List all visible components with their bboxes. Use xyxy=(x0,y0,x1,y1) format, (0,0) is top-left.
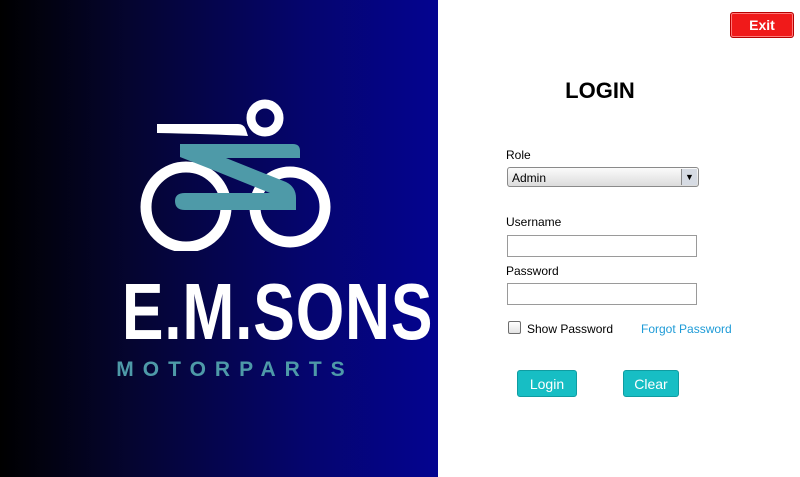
role-selected-value: Admin xyxy=(512,171,547,185)
show-password-label[interactable]: Show Password xyxy=(527,322,613,336)
page-title: LOGIN xyxy=(565,78,635,103)
login-button[interactable]: Login xyxy=(517,370,577,397)
dropdown-arrow-icon[interactable]: ▼ xyxy=(681,169,697,185)
brand-panel: E.M.SONS MOTORPARTS xyxy=(0,0,438,477)
motorcycle-rider-icon xyxy=(140,99,331,251)
forgot-password-link[interactable]: Forgot Password xyxy=(641,322,732,336)
show-password-checkbox[interactable] xyxy=(508,321,521,334)
brand-subtitle: MOTORPARTS xyxy=(116,358,354,381)
password-field[interactable] xyxy=(507,283,697,305)
exit-button[interactable]: Exit xyxy=(730,12,794,38)
role-select[interactable]: Admin ▼ xyxy=(507,167,699,187)
role-label: Role xyxy=(506,148,531,162)
brand-name: E.M.SONS xyxy=(121,267,434,356)
clear-button[interactable]: Clear xyxy=(623,370,679,397)
password-label: Password xyxy=(506,264,559,278)
username-field[interactable] xyxy=(507,235,697,257)
username-label: Username xyxy=(506,215,562,229)
